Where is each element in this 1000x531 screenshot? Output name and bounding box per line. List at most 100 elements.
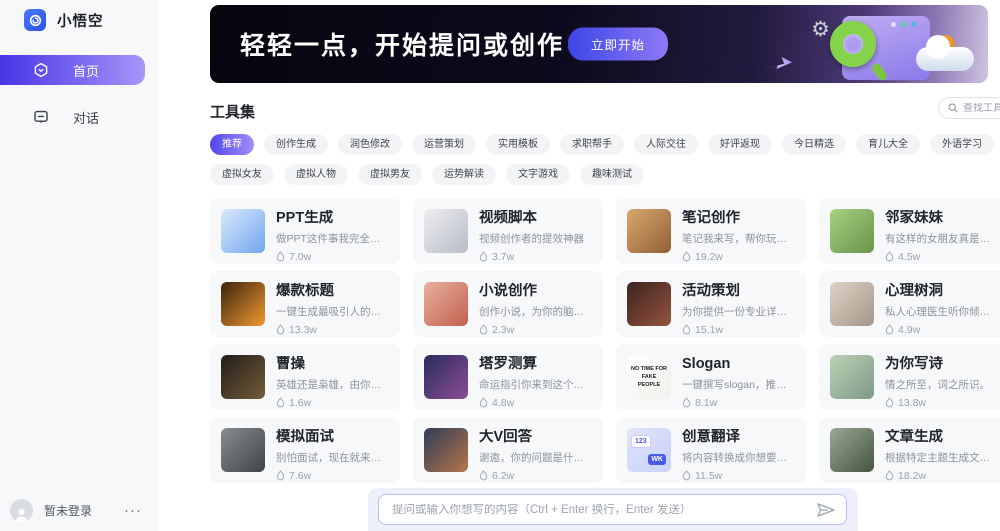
sidebar: 小悟空 首页 对话 暂未登录 ··· (0, 0, 158, 531)
tool-thumbnail (221, 428, 265, 472)
tool-desc: 做PPT这件事我完全可以代劳。 (276, 231, 389, 246)
tool-title: 活动策划 (682, 283, 795, 300)
tool-card[interactable]: PPT生成 做PPT这件事我完全可以代劳。 7.0w (210, 198, 400, 264)
tool-card[interactable]: 为你写诗 情之所至，词之所识。 13.8w (819, 344, 1000, 410)
search-input[interactable] (963, 103, 1000, 114)
usage-flame-icon (479, 470, 488, 481)
tool-card[interactable]: 心理树洞 私人心理医生听你倾诉烦恼，回答心理问题。 4.9w (819, 271, 1000, 337)
tool-usage: 4.5w (885, 251, 998, 263)
tab-润色修改[interactable]: 润色修改 (338, 134, 402, 155)
tool-usage: 7.6w (276, 470, 389, 482)
tool-card[interactable]: 视频脚本 视频创作者的提效神器 3.7w (413, 198, 603, 264)
tab-人际交往[interactable]: 人际交往 (634, 134, 698, 155)
gear-icon: ⚙ (811, 17, 830, 41)
usage-flame-icon (885, 324, 894, 335)
tool-card[interactable]: 爆款标题 一键生成最吸引人的标题。 13.3w (210, 271, 400, 337)
tool-card[interactable]: NO TIME FOR FAKE PEOPLE Slogan 一键撰写sloga… (616, 344, 806, 410)
tool-title: 大V回答 (479, 429, 592, 446)
prompt-box (378, 494, 847, 525)
tab-推荐[interactable]: 推荐 (210, 134, 254, 155)
tab-创作生成[interactable]: 创作生成 (264, 134, 328, 155)
tool-desc: 命运指引你来到这个赛博塔罗屋。 (479, 377, 592, 392)
tool-card[interactable]: 邻家妹妹 有这样的女朋友真是有福气呀~ 4.5w (819, 198, 1000, 264)
search-icon (948, 103, 958, 113)
thumbnail-text: NO TIME FOR FAKE PEOPLE (627, 355, 671, 399)
tool-card[interactable]: 曹操 英雄还是枭雄，由你来判断。 1.6w (210, 344, 400, 410)
usage-flame-icon (276, 251, 285, 262)
tool-thumbnail (221, 282, 265, 326)
sidebar-item-chat[interactable]: 对话 (0, 102, 158, 132)
tab-外语学习[interactable]: 外语学习 (930, 134, 994, 155)
more-icon[interactable]: ··· (124, 502, 148, 519)
tab-虚拟男友[interactable]: 虚拟男友 (358, 164, 422, 185)
usage-flame-icon (885, 251, 894, 262)
app-logo[interactable]: 小悟空 (0, 0, 158, 31)
usage-count: 4.9w (898, 324, 920, 336)
tool-desc: 情之所至，词之所识。 (885, 377, 998, 392)
tab-育儿大全[interactable]: 育儿大全 (856, 134, 920, 155)
usage-flame-icon (479, 324, 488, 335)
tool-card[interactable]: 笔记创作 笔记我来写，帮你玩转小红书。 19.2w (616, 198, 806, 264)
usage-count: 1.6w (289, 397, 311, 409)
usage-count: 6.2w (492, 470, 514, 482)
tool-usage: 11.5w (682, 470, 795, 482)
usage-count: 7.6w (289, 470, 311, 482)
tool-thumbnail (221, 355, 265, 399)
thumbnail-badge: WK (648, 454, 666, 465)
usage-flame-icon (682, 397, 691, 408)
tool-search[interactable] (938, 97, 1000, 119)
tool-usage: 13.3w (276, 324, 389, 336)
tool-title: Slogan (682, 356, 795, 373)
chat-icon (33, 109, 49, 125)
app-root: 小悟空 首页 对话 暂未登录 ··· (0, 0, 1000, 531)
tab-实用模板[interactable]: 实用模板 (486, 134, 550, 155)
tool-usage: 18.2w (885, 470, 998, 482)
tool-card[interactable]: 塔罗测算 命运指引你来到这个赛博塔罗屋。 4.8w (413, 344, 603, 410)
tool-usage: 1.6w (276, 397, 389, 409)
tab-运营策划[interactable]: 运营策划 (412, 134, 476, 155)
tool-card[interactable]: 小说创作 创作小说，为你的脑洞私人订制一场盛宴。 2.3w (413, 271, 603, 337)
tools-header: 工具集 (210, 101, 1000, 123)
tab-好评返现[interactable]: 好评返现 (708, 134, 772, 155)
prompt-input[interactable] (392, 504, 816, 516)
tool-card[interactable]: 活动策划 为你提供一份专业详细的策划方案。 15.1w (616, 271, 806, 337)
tab-虚拟人物[interactable]: 虚拟人物 (284, 164, 348, 185)
tool-thumbnail (627, 209, 671, 253)
login-status: 暂未登录 (44, 502, 124, 519)
start-now-button[interactable]: 立即开始 (568, 28, 668, 61)
tool-usage: 6.2w (479, 470, 592, 482)
search-q-graphic (830, 21, 876, 67)
tool-thumbnail: 123WK (627, 428, 671, 472)
tool-desc: 创作小说，为你的脑洞私人订制一场盛宴。 (479, 304, 592, 319)
tool-card[interactable]: 123WK 创意翻译 将内容转换成你想要的任何语言风格。 11.5w (616, 417, 806, 483)
home-icon (33, 62, 49, 78)
usage-count: 13.3w (289, 324, 317, 336)
tab-虚拟女友[interactable]: 虚拟女友 (210, 164, 274, 185)
tab-今日精选[interactable]: 今日精选 (782, 134, 846, 155)
tool-title: 邻家妹妹 (885, 210, 998, 227)
send-icon[interactable] (816, 502, 836, 518)
sidebar-item-home[interactable]: 首页 (0, 55, 145, 85)
tool-title: 为你写诗 (885, 356, 998, 373)
avatar[interactable] (10, 499, 33, 522)
tab-运势解读[interactable]: 运势解读 (432, 164, 496, 185)
tool-card[interactable]: 文章生成 根据特定主题生成文章，还可以提更多要求。 18.2w (819, 417, 1000, 483)
tool-card[interactable]: 大V回答 谢邀，你的问题是什么？ 6.2w (413, 417, 603, 483)
tool-desc: 别怕面试，现在就来感受真实的面试。 (276, 450, 389, 465)
tool-thumbnail (424, 209, 468, 253)
tool-thumbnail (830, 355, 874, 399)
tool-card[interactable]: 模拟面试 别怕面试，现在就来感受真实的面试。 7.6w (210, 417, 400, 483)
tool-desc: 英雄还是枭雄，由你来判断。 (276, 377, 389, 392)
nav-label-home: 首页 (73, 61, 99, 80)
tool-usage: 4.9w (885, 324, 998, 336)
tool-title: PPT生成 (276, 210, 389, 227)
tool-title: 笔记创作 (682, 210, 795, 227)
tool-desc: 谢邀，你的问题是什么？ (479, 450, 592, 465)
tab-趣味测试[interactable]: 趣味测试 (580, 164, 644, 185)
nav-label-chat: 对话 (73, 108, 99, 127)
tool-desc: 一键生成最吸引人的标题。 (276, 304, 389, 319)
tab-求职帮手[interactable]: 求职帮手 (560, 134, 624, 155)
tool-desc: 笔记我来写，帮你玩转小红书。 (682, 231, 795, 246)
tab-文字游戏[interactable]: 文字游戏 (506, 164, 570, 185)
usage-flame-icon (276, 324, 285, 335)
